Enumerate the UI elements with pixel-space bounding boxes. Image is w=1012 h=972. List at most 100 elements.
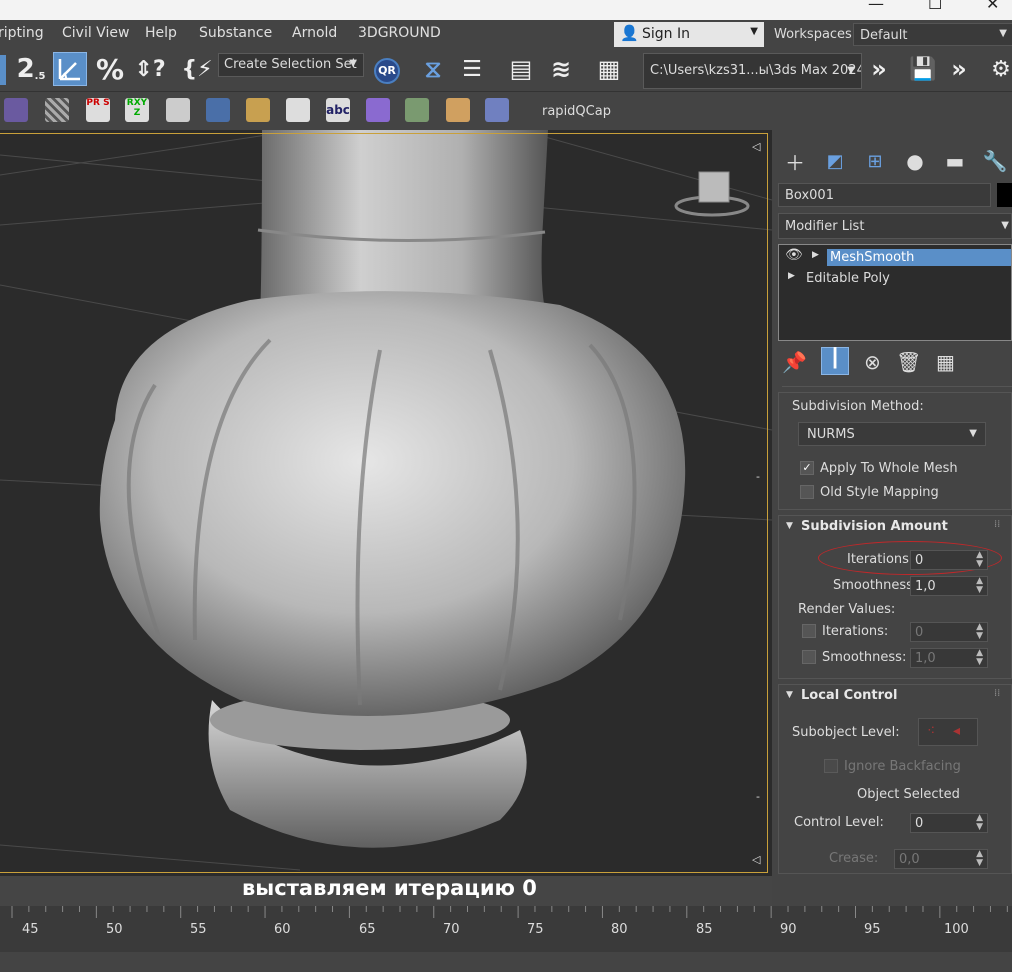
project-path-dropdown[interactable]: C:\Users\kzs31...ы\3ds Max 2024 ▼ bbox=[643, 53, 862, 89]
save-icon[interactable]: 💾 bbox=[906, 52, 940, 86]
align-icon[interactable]: ☰ bbox=[455, 52, 489, 86]
stack-item-meshsmooth[interactable]: 👁 ▶ MeshSmooth bbox=[779, 247, 1012, 267]
menu-arnold[interactable]: Arnold bbox=[292, 25, 337, 41]
crease-spinner[interactable]: 0,0 ▲ ▼ bbox=[894, 849, 988, 869]
prs-icon[interactable]: PR S bbox=[86, 98, 110, 122]
spinner-arrows-icon[interactable]: ▲ ▼ bbox=[976, 551, 983, 569]
show-end-result-icon[interactable]: ┃ bbox=[821, 347, 849, 375]
settings-icon[interactable]: ⚙ bbox=[984, 52, 1012, 86]
plugin-icon-1[interactable] bbox=[4, 98, 28, 122]
rapidqcap-label[interactable]: rapidQCap bbox=[542, 104, 611, 119]
menu-help[interactable]: Help bbox=[145, 25, 177, 41]
object-name-field[interactable]: Box001 bbox=[778, 183, 991, 207]
eye-icon[interactable]: 👁 bbox=[785, 247, 803, 263]
spinner-arrows-icon[interactable]: ▲ ▼ bbox=[976, 623, 983, 641]
modify-tab-icon[interactable]: ◩ bbox=[822, 148, 848, 174]
plugin-icon-13[interactable] bbox=[485, 98, 509, 122]
timeline[interactable] bbox=[0, 906, 1012, 952]
apply-whole-mesh-checkbox[interactable]: ✓ bbox=[800, 461, 814, 475]
divider bbox=[782, 386, 1012, 387]
smoothness-label: Smoothness: bbox=[833, 578, 918, 593]
plugin-icon-6[interactable] bbox=[206, 98, 230, 122]
menu-3dground[interactable]: 3DGROUND bbox=[358, 25, 441, 41]
spinner-arrows-icon[interactable]: ▲ ▼ bbox=[976, 577, 983, 595]
control-level-spinner[interactable]: 0 ▲ ▼ bbox=[910, 813, 988, 833]
iterations-spinner[interactable]: 0 ▲ ▼ bbox=[910, 550, 988, 570]
render-values-label: Render Values: bbox=[798, 602, 896, 617]
collapse-icon[interactable]: ▼ bbox=[786, 690, 793, 700]
plugin-icon-10[interactable] bbox=[366, 98, 390, 122]
plugin-icon-8[interactable] bbox=[286, 98, 310, 122]
configure-sets-icon[interactable]: ▦ bbox=[936, 350, 955, 374]
menu-substance[interactable]: Substance bbox=[199, 25, 272, 41]
local-control-title[interactable]: Local Control bbox=[801, 688, 897, 703]
ribbon-icon[interactable]: ▦ bbox=[592, 52, 626, 86]
timeline-tick-label: 65 bbox=[359, 922, 376, 937]
minimize-icon[interactable]: — bbox=[868, 0, 884, 13]
edit-named-selection-icon[interactable]: {⚡ bbox=[180, 52, 214, 86]
modifier-stack: 👁 ▶ MeshSmooth ▶ Editable Poly bbox=[778, 244, 1012, 341]
ignore-backfacing-checkbox[interactable] bbox=[824, 759, 838, 773]
smoothness-value: 1,0 bbox=[915, 579, 936, 594]
create-tab-icon[interactable]: ＋ bbox=[782, 148, 808, 175]
maximize-icon[interactable]: ☐ bbox=[928, 0, 942, 13]
mirror-icon[interactable]: ⧖ bbox=[416, 52, 450, 86]
spinner-snap-icon[interactable]: ⇕? bbox=[133, 52, 167, 86]
plugin-icon-7[interactable] bbox=[246, 98, 270, 122]
timeline-tick-label: 75 bbox=[527, 922, 544, 937]
layer-explorer-icon[interactable]: ≋ bbox=[544, 52, 578, 86]
rxyz-icon[interactable]: RXY Z bbox=[125, 98, 149, 122]
motion-tab-icon[interactable]: ● bbox=[902, 148, 928, 174]
chevron-right-icon[interactable]: » bbox=[862, 52, 896, 86]
stack-item-editable-poly[interactable]: ▶ Editable Poly bbox=[779, 268, 1012, 288]
collapse-icon[interactable]: ▼ bbox=[786, 521, 793, 531]
object-color-swatch[interactable] bbox=[997, 183, 1012, 207]
expand-icon[interactable]: ▶ bbox=[812, 250, 819, 260]
close-icon[interactable]: ✕ bbox=[986, 0, 999, 13]
chevron-right-icon[interactable]: » bbox=[942, 52, 976, 86]
reset-xform-icon[interactable] bbox=[166, 98, 190, 122]
render-iterations-spinner[interactable]: 0 ▲ ▼ bbox=[910, 622, 988, 642]
menu-civil-view[interactable]: Civil View bbox=[62, 25, 129, 41]
expand-icon[interactable]: ▶ bbox=[788, 271, 795, 281]
make-unique-icon[interactable]: ⊗ bbox=[864, 350, 881, 374]
plugin-icon-11[interactable] bbox=[405, 98, 429, 122]
plugin-icon-12[interactable] bbox=[446, 98, 470, 122]
render-iterations-value: 0 bbox=[915, 625, 924, 640]
render-smoothness-spinner[interactable]: 1,0 ▲ ▼ bbox=[910, 648, 988, 668]
spinner-arrows-icon[interactable]: ▲ ▼ bbox=[976, 814, 983, 832]
sign-in-button[interactable]: 👤 Sign In ▼ bbox=[614, 22, 764, 47]
modifier-list-dropdown[interactable]: Modifier List ▼ bbox=[778, 213, 1012, 239]
render-smoothness-value: 1,0 bbox=[915, 651, 936, 666]
render-iterations-checkbox[interactable] bbox=[802, 624, 816, 638]
create-selection-set-dropdown[interactable]: Create Selection Set ▼ bbox=[218, 53, 364, 77]
subobject-buttons: ⁖ ◂ bbox=[918, 718, 978, 746]
qr-icon[interactable]: QR bbox=[374, 58, 400, 84]
grip-icon[interactable]: ⁞⁞ bbox=[994, 688, 1000, 699]
angle-snap-icon[interactable] bbox=[53, 52, 87, 86]
display-tab-icon[interactable]: ▬ bbox=[942, 148, 968, 174]
remove-modifier-icon[interactable]: 🗑 bbox=[896, 350, 921, 374]
plugin-icon-2[interactable] bbox=[45, 98, 69, 122]
workspaces-dropdown[interactable]: Default ▼ bbox=[853, 23, 1012, 46]
subdivision-method-dropdown[interactable]: NURMS ▼ bbox=[798, 422, 986, 446]
render-smoothness-checkbox[interactable] bbox=[802, 650, 816, 664]
snap-toggle-icon[interactable]: 2.5 bbox=[14, 52, 48, 86]
hierarchy-tab-icon[interactable]: ⊞ bbox=[862, 148, 888, 174]
percent-snap-icon[interactable]: % bbox=[93, 52, 127, 86]
grip-icon[interactable]: ⁞⁞ bbox=[994, 519, 1000, 530]
window-title-bar bbox=[0, 0, 1012, 20]
scene-explorer-icon[interactable]: ▤ bbox=[504, 52, 538, 86]
spinner-arrows-icon[interactable]: ▲ ▼ bbox=[976, 649, 983, 667]
text-icon[interactable]: abc bbox=[326, 98, 350, 122]
subdivision-amount-title[interactable]: Subdivision Amount bbox=[801, 519, 948, 534]
utilities-tab-icon[interactable]: 🔧 bbox=[982, 148, 1008, 174]
menu-scripting[interactable]: ripting bbox=[0, 25, 44, 41]
smoothness-spinner[interactable]: 1,0 ▲ ▼ bbox=[910, 576, 988, 596]
timeline-ticks bbox=[11, 906, 1008, 918]
spinner-arrows-icon[interactable]: ▲ ▼ bbox=[976, 850, 983, 868]
vertex-icon[interactable]: ⁖ bbox=[927, 723, 935, 739]
old-style-mapping-checkbox[interactable] bbox=[800, 485, 814, 499]
edge-icon[interactable]: ◂ bbox=[953, 723, 960, 739]
pin-stack-icon[interactable]: 📌 bbox=[782, 350, 807, 374]
